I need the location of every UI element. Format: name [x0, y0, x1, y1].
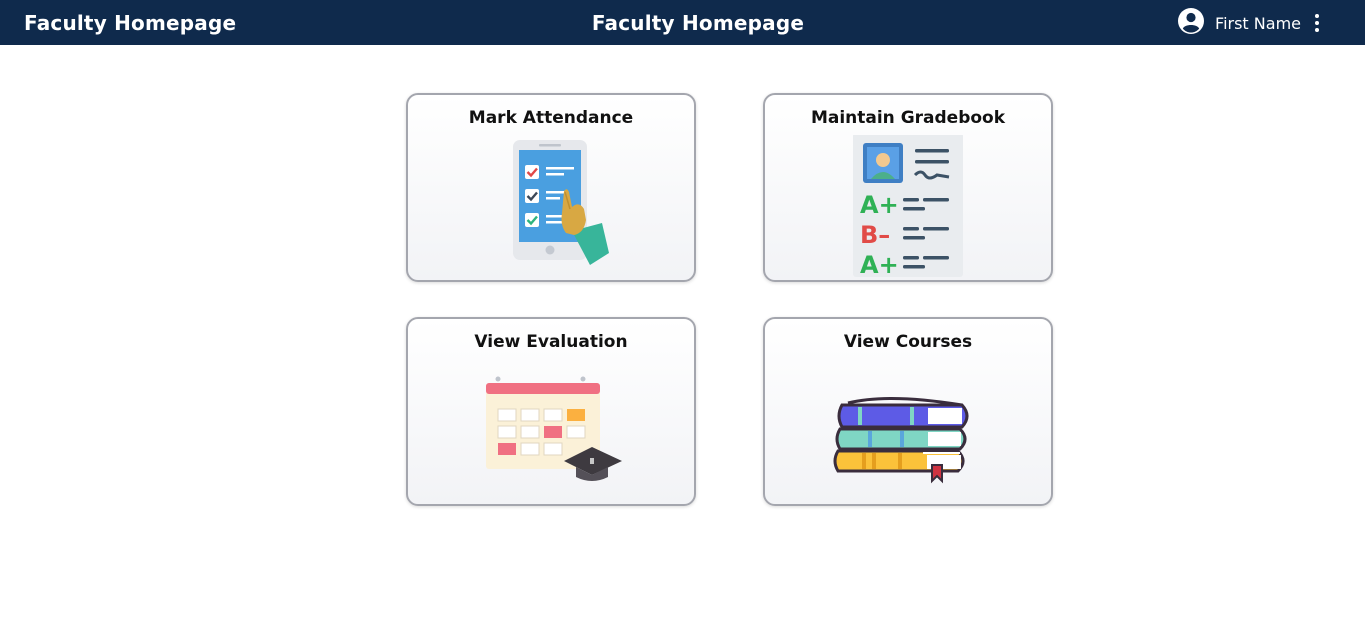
- book-stack-icon: [765, 359, 1051, 499]
- maintain-gradebook-card[interactable]: Maintain Gradebook A+ B– A+: [763, 93, 1053, 282]
- svg-text:A+: A+: [860, 251, 899, 279]
- card-title: View Evaluation: [474, 332, 628, 352]
- view-evaluation-card[interactable]: View Evaluation: [406, 317, 696, 506]
- svg-text:B–: B–: [860, 221, 890, 249]
- card-title: Maintain Gradebook: [810, 108, 1006, 128]
- card-title: Mark Attendance: [468, 108, 634, 128]
- user-name: First Name: [1215, 13, 1301, 33]
- attendance-checklist-icon: [408, 135, 694, 275]
- svg-text:A+: A+: [860, 191, 899, 219]
- gradebook-report-icon: A+ B– A+: [765, 135, 1051, 279]
- brand-title[interactable]: Faculty Homepage: [24, 11, 236, 35]
- top-app-bar: Faculty Homepage Faculty Homepage First …: [0, 0, 1365, 45]
- user-menu[interactable]: First Name: [1177, 7, 1301, 39]
- account-circle-icon: [1177, 7, 1205, 39]
- calendar-graduation-icon: [408, 359, 694, 499]
- view-courses-card[interactable]: View Courses: [763, 317, 1053, 506]
- more-vertical-icon[interactable]: [1311, 13, 1323, 33]
- card-title: View Courses: [843, 332, 973, 352]
- mark-attendance-card[interactable]: Mark Attendance: [406, 93, 696, 282]
